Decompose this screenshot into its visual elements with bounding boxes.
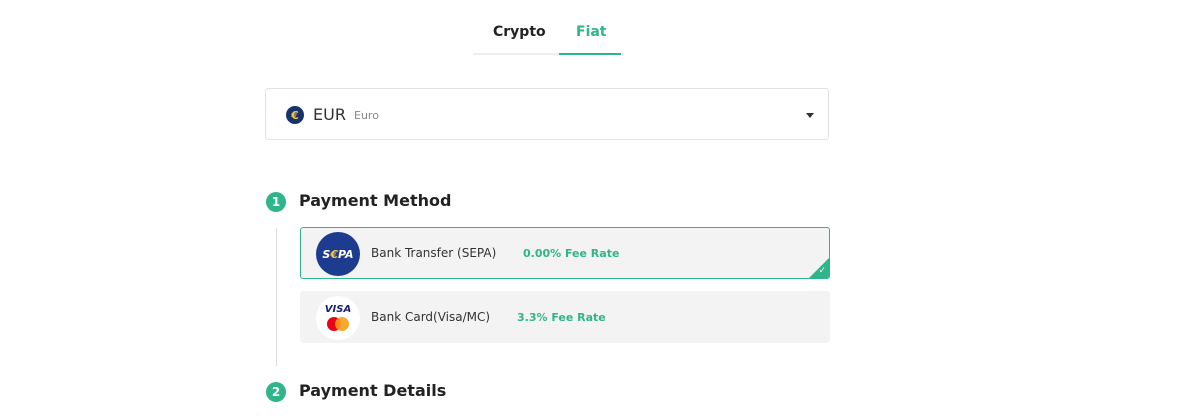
payment-option-label: Bank Card(Visa/MC)	[371, 310, 491, 324]
active-tab-indicator	[559, 53, 621, 55]
payment-option-fee: 3.3% Fee Rate	[517, 311, 606, 324]
payment-option-label: Bank Transfer (SEPA)	[371, 246, 497, 260]
checkmark-icon: ✓	[818, 266, 826, 276]
payment-option-bank-card[interactable]: VISA Bank Card(Visa/MC) 3.3% Fee Rate	[300, 291, 830, 343]
step-2-badge: 2	[266, 382, 286, 402]
sepa-logo-icon: S€PA	[316, 232, 360, 276]
step-1-badge: 1	[266, 192, 286, 212]
step-2-title: Payment Details	[299, 381, 447, 400]
visa-mastercard-logo-icon: VISA	[316, 296, 360, 340]
tab-crypto[interactable]: Crypto	[493, 24, 546, 40]
currency-dropdown[interactable]: € EUR Euro	[265, 88, 829, 140]
step-1-title: Payment Method	[299, 191, 452, 210]
currency-type-tabs: Crypto Fiat	[473, 16, 623, 56]
mastercard-logo-icon	[325, 316, 351, 333]
currency-code: EUR	[313, 105, 346, 124]
currency-name: Euro	[354, 109, 379, 122]
step-connector-line	[276, 228, 277, 366]
caret-down-icon	[806, 113, 814, 118]
payment-option-sepa[interactable]: S€PA Bank Transfer (SEPA) 0.00% Fee Rate…	[300, 227, 830, 279]
euro-coin-icon: €	[286, 106, 304, 124]
payment-option-fee: 0.00% Fee Rate	[523, 247, 620, 260]
sepa-logo-text: S€PA	[322, 247, 354, 261]
tab-fiat[interactable]: Fiat	[576, 24, 607, 40]
visa-logo-text: VISA	[324, 303, 352, 315]
